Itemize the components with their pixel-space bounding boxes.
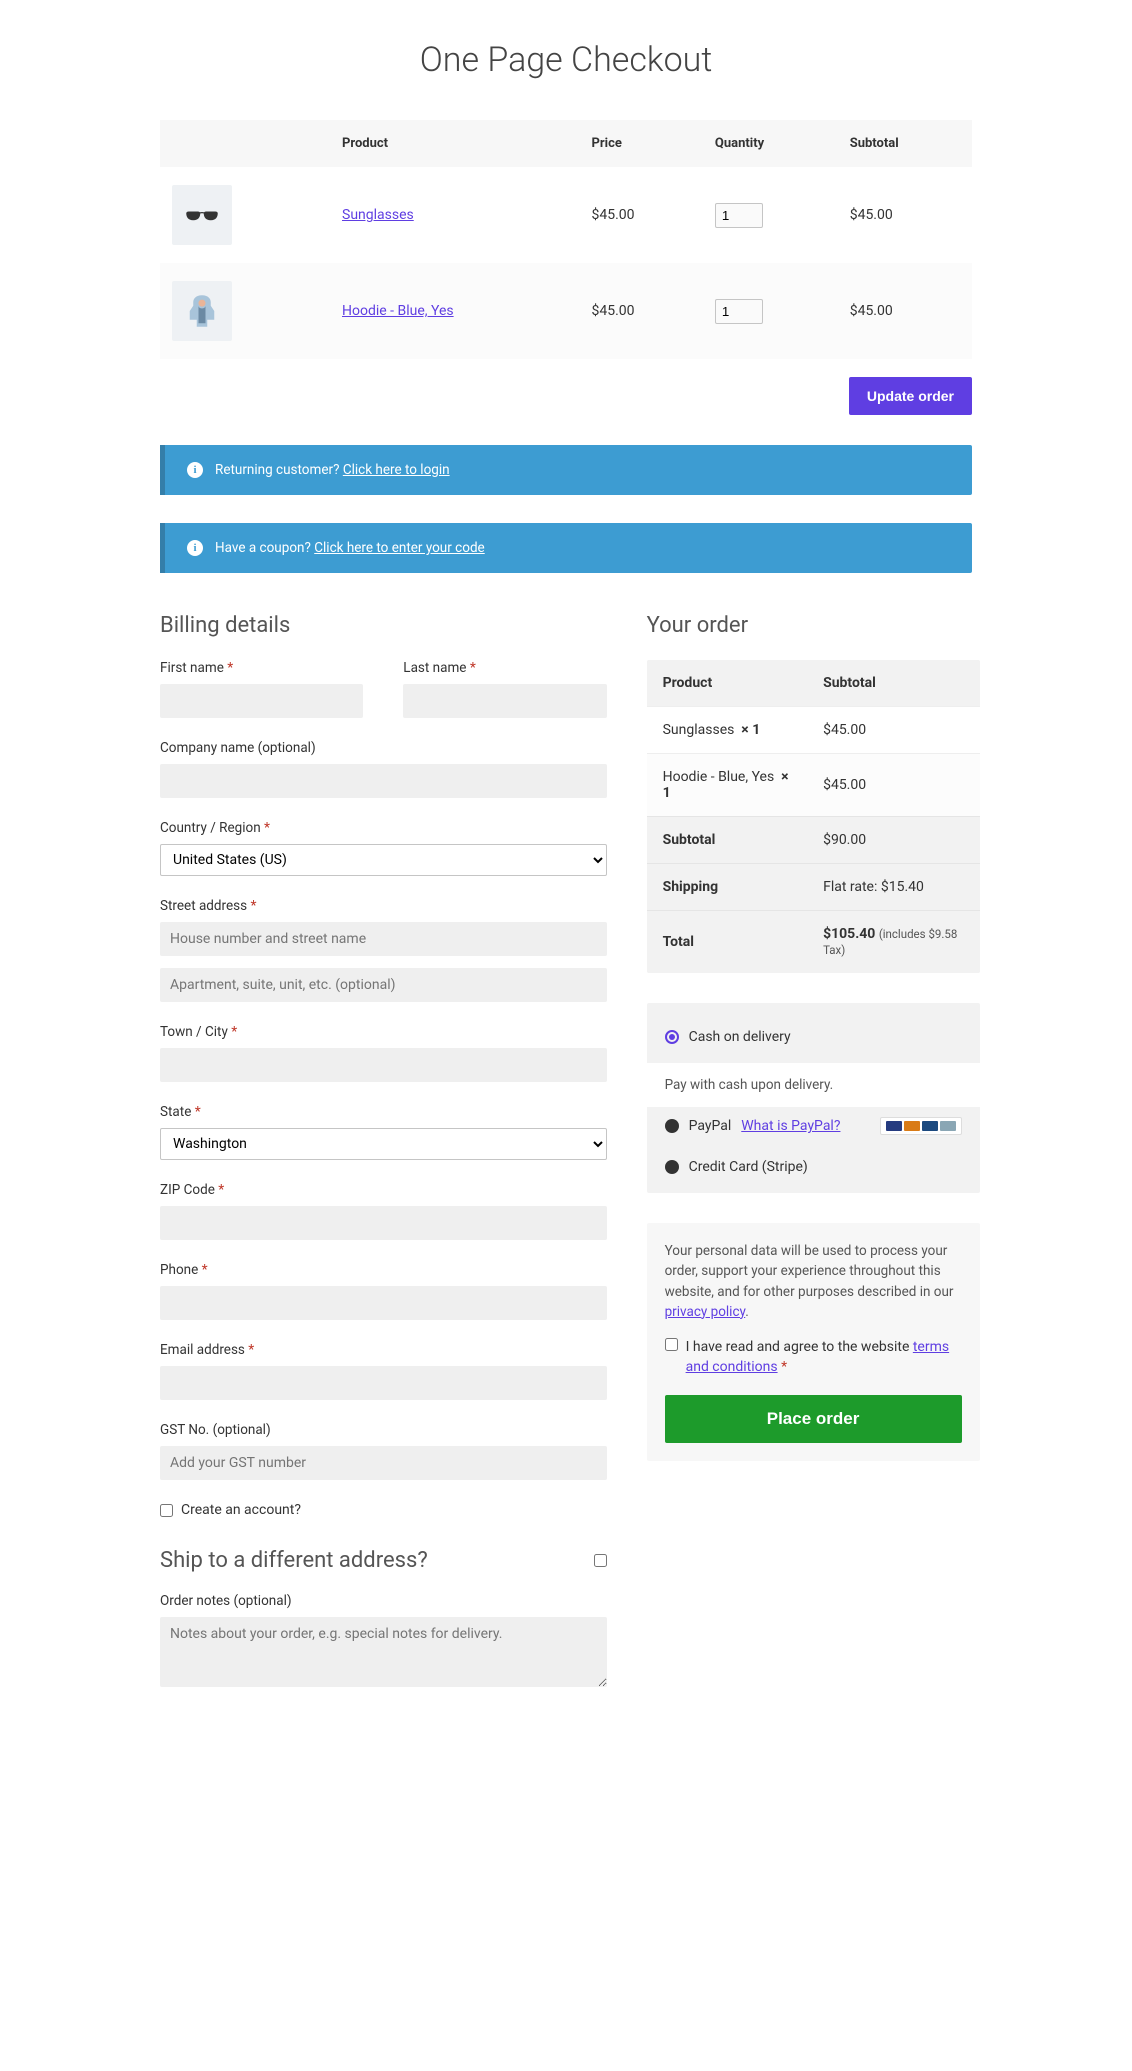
hoodie-icon [181, 290, 223, 332]
subtotal-cell: $45.00 [838, 167, 972, 263]
paypal-label: PayPal [689, 1118, 732, 1134]
phone-label: Phone * [160, 1262, 607, 1278]
payment-option-paypal[interactable]: PayPal What is PayPal? [647, 1107, 980, 1149]
order-heading: Your order [647, 613, 980, 638]
city-label: Town / City * [160, 1024, 607, 1040]
sunglasses-icon [181, 194, 223, 236]
cod-description: Pay with cash upon delivery. [647, 1063, 980, 1107]
terms-checkbox[interactable] [665, 1338, 678, 1351]
street-input[interactable] [160, 922, 607, 956]
card-logos-icon [880, 1117, 962, 1135]
privacy-text: Your personal data will be used to proce… [665, 1241, 962, 1322]
info-icon: i [187, 462, 203, 478]
coupon-banner: i Have a coupon? Click here to enter you… [160, 523, 972, 573]
returning-customer-banner: i Returning customer? Click here to logi… [160, 445, 972, 495]
state-label: State * [160, 1104, 607, 1120]
city-input[interactable] [160, 1048, 607, 1082]
info-icon: i [187, 540, 203, 556]
product-thumb [172, 281, 232, 341]
order-total-row: Total $105.40 (includes $9.58 Tax) [647, 911, 980, 974]
order-line: Hoodie - Blue, Yes × 1 $45.00 [647, 754, 980, 817]
quantity-input[interactable] [715, 203, 763, 228]
price-cell: $45.00 [580, 167, 703, 263]
order-subtotal-row: Subtotal $90.00 [647, 817, 980, 864]
radio-icon [665, 1119, 679, 1133]
gst-input[interactable] [160, 1446, 607, 1480]
ship-to-checkbox[interactable] [594, 1554, 607, 1567]
cod-label: Cash on delivery [689, 1029, 791, 1045]
cart-actions: Update order [160, 377, 972, 415]
returning-text: Returning customer? [215, 462, 339, 478]
zip-label: ZIP Code * [160, 1182, 607, 1198]
place-order-box: Your personal data will be used to proce… [647, 1223, 980, 1461]
table-row: Sunglasses $45.00 $45.00 [160, 167, 972, 263]
street2-input[interactable] [160, 968, 607, 1002]
order-shipping-row: Shipping Flat rate: $15.40 [647, 864, 980, 911]
email-label: Email address * [160, 1342, 607, 1358]
product-link[interactable]: Sunglasses [342, 207, 414, 223]
ship-to-heading: Ship to a different address? [160, 1548, 428, 1573]
cart-section: Product Price Quantity Subtotal Sunglass… [160, 120, 972, 415]
payment-option-stripe[interactable]: Credit Card (Stripe) [647, 1149, 980, 1189]
stripe-label: Credit Card (Stripe) [689, 1159, 808, 1175]
create-account-label: Create an account? [181, 1502, 301, 1518]
order-notes-input[interactable] [160, 1617, 607, 1687]
state-select[interactable]: Washington [160, 1128, 607, 1160]
order-column: Your order Product Subtotal Sunglasses ×… [647, 613, 980, 1713]
order-line: Sunglasses × 1 $45.00 [647, 707, 980, 754]
company-label: Company name (optional) [160, 740, 607, 756]
last-name-label: Last name * [403, 660, 606, 676]
price-cell: $45.00 [580, 263, 703, 359]
last-name-input[interactable] [403, 684, 606, 718]
update-order-button[interactable]: Update order [849, 377, 972, 415]
zip-input[interactable] [160, 1206, 607, 1240]
th-subtotal: Subtotal [838, 120, 972, 167]
billing-column: Billing details First name * Last name *… [160, 613, 607, 1713]
order-notes-label: Order notes (optional) [160, 1593, 607, 1609]
email-input[interactable] [160, 1366, 607, 1400]
company-input[interactable] [160, 764, 607, 798]
radio-icon [665, 1030, 679, 1044]
login-link[interactable]: Click here to login [343, 462, 450, 478]
country-select[interactable]: United States (US) [160, 844, 607, 876]
subtotal-cell: $45.00 [838, 263, 972, 359]
paypal-what-link[interactable]: What is PayPal? [741, 1118, 840, 1134]
coupon-text: Have a coupon? [215, 540, 311, 556]
billing-heading: Billing details [160, 613, 607, 638]
payment-option-cod[interactable]: Cash on delivery [647, 1019, 980, 1059]
radio-icon [665, 1160, 679, 1174]
create-account-checkbox[interactable] [160, 1504, 173, 1517]
page-title: One Page Checkout [160, 40, 972, 80]
place-order-button[interactable]: Place order [665, 1395, 962, 1443]
cart-table: Product Price Quantity Subtotal Sunglass… [160, 120, 972, 359]
table-row: Hoodie - Blue, Yes $45.00 $45.00 [160, 263, 972, 359]
phone-input[interactable] [160, 1286, 607, 1320]
coupon-link[interactable]: Click here to enter your code [314, 540, 485, 556]
terms-text: I have read and agree to the website ter… [686, 1338, 962, 1377]
product-link[interactable]: Hoodie - Blue, Yes [342, 303, 454, 319]
quantity-input[interactable] [715, 299, 763, 324]
gst-label: GST No. (optional) [160, 1422, 607, 1438]
first-name-label: First name * [160, 660, 363, 676]
first-name-input[interactable] [160, 684, 363, 718]
street-label: Street address * [160, 898, 607, 914]
payment-methods: Cash on delivery Pay with cash upon deli… [647, 1003, 980, 1193]
order-th-product: Product [647, 660, 807, 707]
order-summary: Product Subtotal Sunglasses × 1 $45.00 H… [647, 660, 980, 973]
th-qty: Quantity [703, 120, 838, 167]
th-price: Price [580, 120, 703, 167]
privacy-link[interactable]: privacy policy [665, 1304, 746, 1320]
country-label: Country / Region * [160, 820, 607, 836]
order-th-subtotal: Subtotal [807, 660, 979, 707]
product-thumb [172, 185, 232, 245]
th-product: Product [330, 120, 580, 167]
